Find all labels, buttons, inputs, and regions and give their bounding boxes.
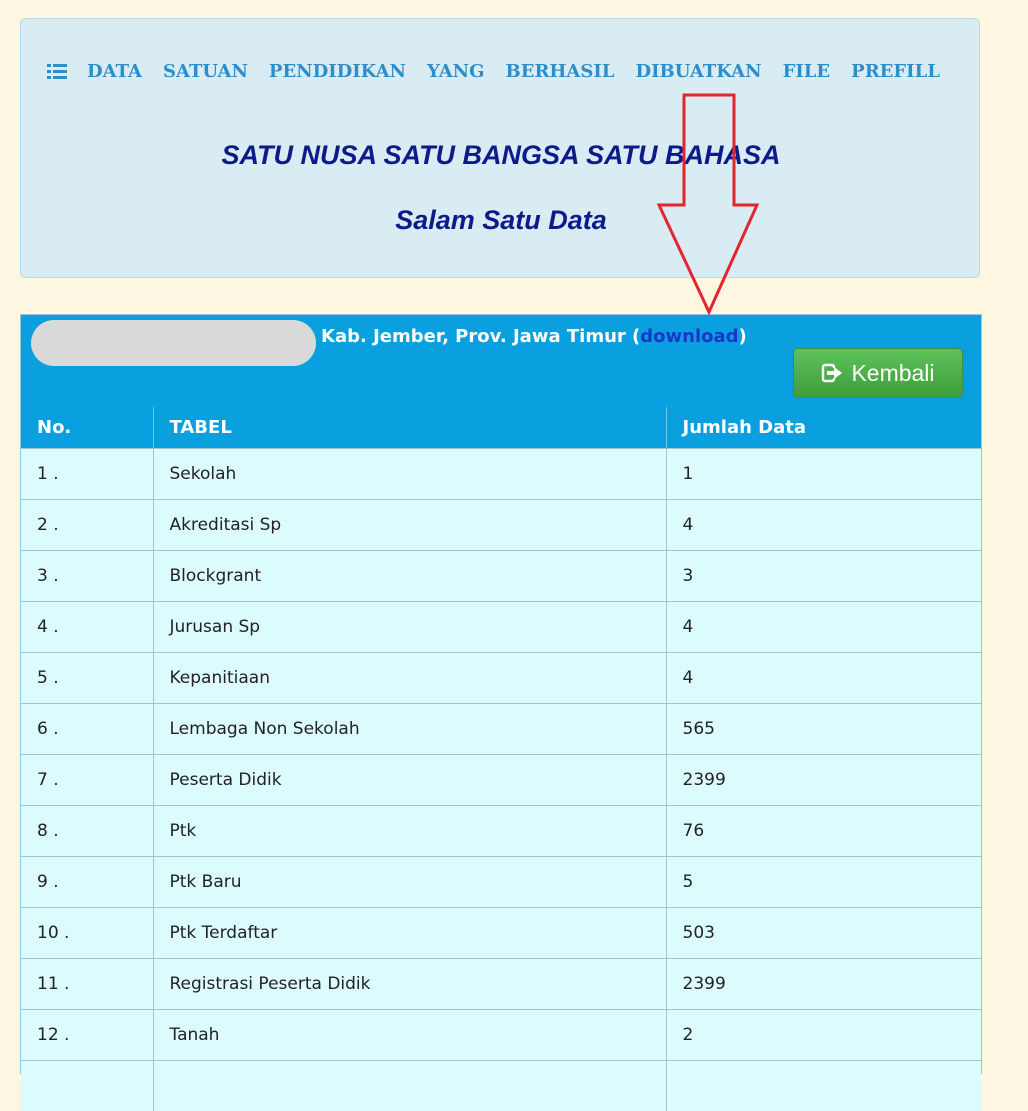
slogan-line-1: SATU NUSA SATU BANGSA SATU BAHASA: [221, 140, 781, 170]
table-panel-heading: Kab. Jember, Prov. Jawa Timur (download)…: [21, 315, 981, 407]
table-row: 7 . Peserta Didik 2399: [21, 753, 981, 805]
row-table-name-cell: Ptk Baru: [153, 855, 667, 907]
table-row: 9 . Ptk Baru 5: [21, 855, 981, 907]
back-button-label: Kembali: [851, 359, 935, 386]
table-row: 5 . Kepanitiaan 4: [21, 651, 981, 703]
row-count-cell: 76: [666, 804, 981, 856]
row-count-cell: [666, 1059, 981, 1111]
row-number-cell: 4 .: [21, 600, 154, 652]
column-header-tabel: TABEL: [153, 407, 667, 448]
location-heading: Kab. Jember, Prov. Jawa Timur (download): [321, 326, 747, 347]
sign-out-icon: [821, 362, 843, 384]
table-row: 10 . Ptk Terdaftar 503: [21, 906, 981, 958]
panel-title-word: BERHASIL: [505, 61, 615, 82]
row-table-name-cell: Blockgrant: [153, 549, 667, 601]
row-count-cell: 5: [666, 855, 981, 907]
back-button[interactable]: Kembali: [793, 348, 963, 398]
table-row: [21, 1059, 981, 1111]
row-number-cell: 11 .: [21, 957, 154, 1009]
row-count-cell: 565: [666, 702, 981, 754]
row-count-cell: 2399: [666, 753, 981, 805]
row-count-cell: 4: [666, 651, 981, 703]
slogan-line-2: Salam Satu Data: [395, 205, 607, 235]
row-number-cell: 7 .: [21, 753, 154, 805]
row-number-cell: 3 .: [21, 549, 154, 601]
row-number-cell: 10 .: [21, 906, 154, 958]
table-row: 4 . Jurusan Sp 4: [21, 600, 981, 652]
panel-title-text: DATA SATUAN PENDIDIKAN YANG BERHASIL DIB…: [87, 61, 940, 82]
data-table-panel: Kab. Jember, Prov. Jawa Timur (download)…: [20, 314, 982, 1111]
row-number-cell: [21, 1059, 154, 1111]
row-count-cell: 4: [666, 600, 981, 652]
row-count-cell: 3: [666, 549, 981, 601]
row-number-cell: 2 .: [21, 498, 154, 550]
row-table-name-cell: Tanah: [153, 1008, 667, 1060]
list-icon: [47, 63, 67, 81]
row-table-name-cell: [153, 1059, 667, 1111]
row-number-cell: 12 .: [21, 1008, 154, 1060]
table-row: 3 . Blockgrant 3: [21, 549, 981, 601]
row-table-name-cell: Ptk Terdaftar: [153, 906, 667, 958]
table-row: 8 . Ptk 76: [21, 804, 981, 856]
row-table-name-cell: Lembaga Non Sekolah: [153, 702, 667, 754]
panel-title: DATA SATUAN PENDIDIKAN YANG BERHASIL DIB…: [47, 61, 940, 82]
row-table-name-cell: Ptk: [153, 804, 667, 856]
row-table-name-cell: Kepanitiaan: [153, 651, 667, 703]
row-table-name-cell: Sekolah: [153, 447, 667, 499]
row-count-cell: 1: [666, 447, 981, 499]
table-row: 2 . Akreditasi Sp 4: [21, 498, 981, 550]
table-body: 1 . Sekolah 1 2 . Akreditasi Sp 4 3 . Blockgran…: [21, 447, 981, 1111]
panel-title-word: FILE: [782, 61, 831, 82]
panel-title-word: PREFILL: [851, 61, 940, 82]
redacted-school-name: [31, 320, 316, 366]
location-text: Kab. Jember, Prov. Jawa Timur (: [321, 326, 641, 347]
row-number-cell: 1 .: [21, 447, 154, 499]
panel-title-word: DIBUATKAN: [635, 61, 762, 82]
location-suffix: ): [738, 326, 747, 347]
table-row: 1 . Sekolah 1: [21, 447, 981, 499]
row-count-cell: 4: [666, 498, 981, 550]
panel-title-word: DATA: [87, 61, 142, 82]
row-table-name-cell: Jurusan Sp: [153, 600, 667, 652]
row-table-name-cell: Registrasi Peserta Didik: [153, 957, 667, 1009]
table-row: 6 . Lembaga Non Sekolah 565: [21, 702, 981, 754]
row-number-cell: 9 .: [21, 855, 154, 907]
panel-title-word: SATUAN: [162, 61, 248, 82]
row-number-cell: 5 .: [21, 651, 154, 703]
row-table-name-cell: Peserta Didik: [153, 753, 667, 805]
column-header-no: No.: [21, 407, 154, 448]
row-number-cell: 6 .: [21, 702, 154, 754]
info-panel: DATA SATUAN PENDIDIKAN YANG BERHASIL DIB…: [20, 18, 980, 278]
table-header-row: No. TABEL Jumlah Data: [21, 407, 981, 448]
download-link[interactable]: download: [640, 326, 738, 347]
panel-title-word: YANG: [427, 61, 485, 82]
row-table-name-cell: Akreditasi Sp: [153, 498, 667, 550]
table-row: 12 . Tanah 2: [21, 1008, 981, 1060]
panel-title-word: PENDIDIKAN: [268, 61, 407, 82]
column-header-jumlah-data: Jumlah Data: [666, 407, 981, 448]
table-row: 11 . Registrasi Peserta Didik 2399: [21, 957, 981, 1009]
row-count-cell: 2399: [666, 957, 981, 1009]
row-number-cell: 8 .: [21, 804, 154, 856]
data-table: No. TABEL Jumlah Data 1 . Sekolah 1 2 . Akre…: [21, 407, 981, 1111]
row-count-cell: 503: [666, 906, 981, 958]
row-count-cell: 2: [666, 1008, 981, 1060]
